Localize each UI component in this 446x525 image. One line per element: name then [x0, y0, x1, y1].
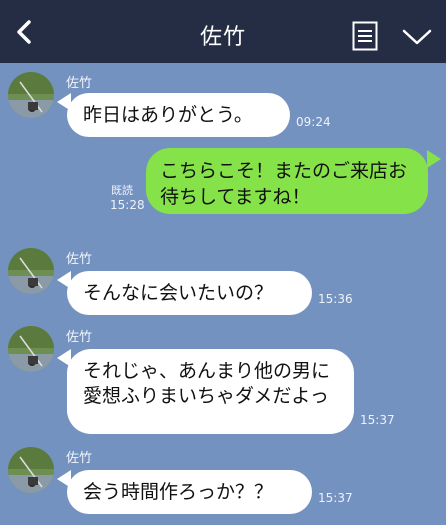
- avatar[interactable]: [8, 447, 54, 493]
- read-receipt: 既読: [111, 184, 133, 197]
- sender-name: 佐竹: [66, 330, 93, 345]
- chat-title: 佐竹: [199, 25, 246, 50]
- message-bubble[interactable]: そんなに会いたいの？: [67, 271, 312, 315]
- message-bubble-sent[interactable]: こちらこそ！またのご来店お待ちしてますね！: [146, 148, 428, 214]
- message-time: 15:36: [318, 292, 353, 306]
- message-bubble[interactable]: 昨日はありがとう。: [67, 93, 290, 137]
- chat-header: 佐竹: [0, 0, 446, 63]
- chevron-down-icon[interactable]: [402, 28, 432, 46]
- sender-name: 佐竹: [66, 76, 93, 91]
- note-list-icon[interactable]: [352, 21, 378, 51]
- message-bubble[interactable]: 会う時間作ろっか？？: [67, 470, 312, 514]
- avatar[interactable]: [8, 72, 54, 118]
- message-time: 09:24: [296, 115, 331, 129]
- message-time: 15:28: [110, 198, 145, 212]
- message-time: 15:37: [318, 491, 353, 505]
- message-bubble[interactable]: それじゃ、あんまり他の男に愛想ふりまいちゃダメだよっ: [67, 349, 354, 434]
- avatar[interactable]: [8, 248, 54, 294]
- bubble-tail: [427, 150, 441, 168]
- sender-name: 佐竹: [66, 252, 93, 267]
- sender-name: 佐竹: [66, 451, 93, 466]
- avatar[interactable]: [8, 326, 54, 372]
- message-time: 15:37: [360, 413, 395, 427]
